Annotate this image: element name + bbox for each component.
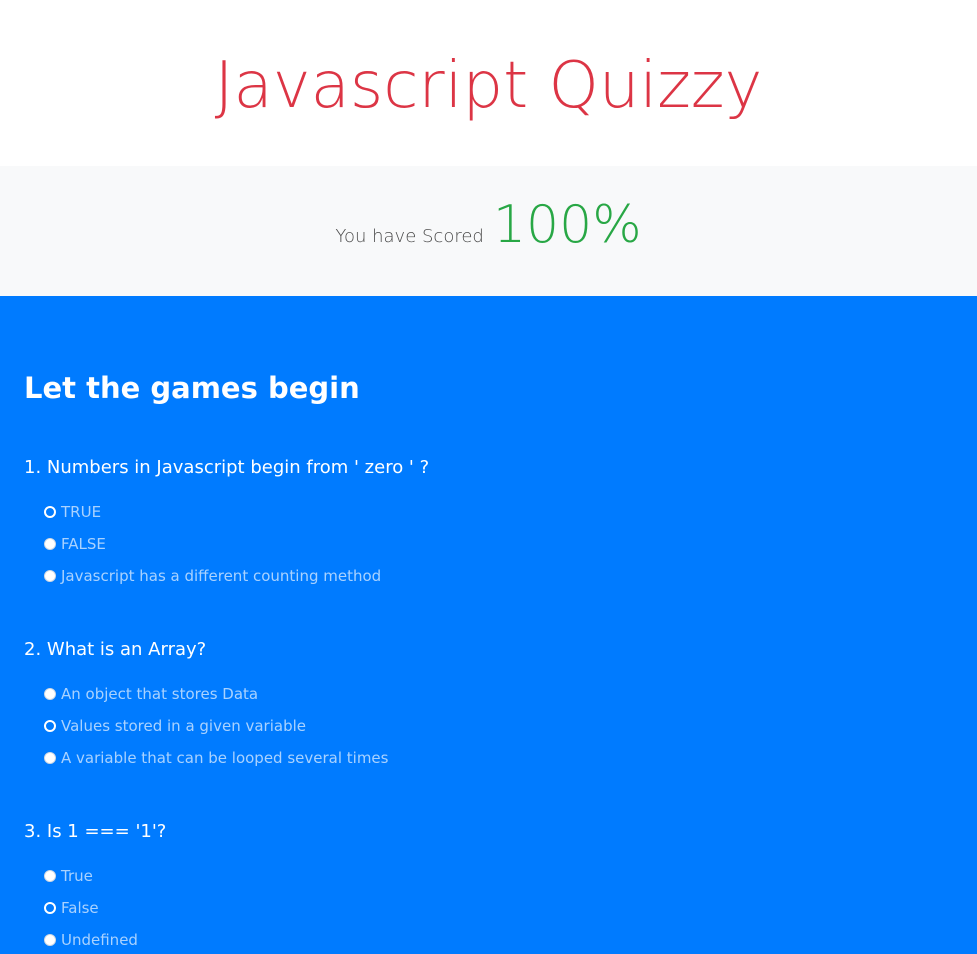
- radio-button[interactable]: [44, 752, 56, 764]
- answer-option[interactable]: FALSE: [44, 528, 924, 560]
- question-text: 1. Numbers in Javascript begin from ' ze…: [24, 457, 430, 478]
- radio-button[interactable]: [44, 506, 56, 518]
- question-3: 3. Is 1 === '1'? True False Undefined: [24, 818, 924, 954]
- answer-options: True False Undefined: [24, 860, 924, 954]
- answer-label[interactable]: Javascript has a different counting meth…: [61, 566, 381, 586]
- title-section: Javascript Quizzy: [0, 0, 977, 166]
- answer-label[interactable]: An object that stores Data: [61, 684, 258, 704]
- answer-option[interactable]: Javascript has a different counting meth…: [44, 560, 924, 592]
- answer-options: An object that stores Data Values stored…: [24, 678, 924, 774]
- score-line: You have Scored 100%: [0, 194, 977, 256]
- question-text: 3. Is 1 === '1'?: [24, 821, 167, 842]
- answer-label[interactable]: Undefined: [61, 930, 138, 950]
- answer-option[interactable]: True: [44, 860, 924, 892]
- answer-option[interactable]: Undefined: [44, 924, 924, 954]
- radio-button[interactable]: [44, 688, 56, 700]
- app-title: Javascript Quizzy: [214, 49, 763, 123]
- question-1: 1. Numbers in Javascript begin from ' ze…: [24, 454, 924, 592]
- answer-option[interactable]: Values stored in a given variable: [44, 710, 924, 742]
- answer-options: TRUE FALSE Javascript has a different co…: [24, 496, 924, 592]
- answer-option[interactable]: False: [44, 892, 924, 924]
- question-text: 2. What is an Array?: [24, 639, 207, 660]
- quiz-section: Let the games begin 1. Numbers in Javasc…: [0, 296, 977, 954]
- radio-button[interactable]: [44, 720, 56, 732]
- radio-button[interactable]: [44, 902, 56, 914]
- answer-label[interactable]: A variable that can be looped several ti…: [61, 748, 388, 768]
- answer-option[interactable]: An object that stores Data: [44, 678, 924, 710]
- answer-label[interactable]: Values stored in a given variable: [61, 716, 306, 736]
- radio-button[interactable]: [44, 934, 56, 946]
- score-section: You have Scored 100%: [0, 166, 977, 296]
- answer-label[interactable]: FALSE: [61, 534, 106, 554]
- answer-label[interactable]: TRUE: [61, 502, 101, 522]
- radio-button[interactable]: [44, 870, 56, 882]
- answer-option[interactable]: A variable that can be looped several ti…: [44, 742, 924, 774]
- answer-label[interactable]: True: [61, 866, 93, 886]
- answer-label[interactable]: False: [61, 898, 99, 918]
- score-value: 100%: [492, 195, 642, 255]
- score-label: You have Scored: [335, 226, 484, 247]
- radio-button[interactable]: [44, 570, 56, 582]
- answer-option[interactable]: TRUE: [44, 496, 924, 528]
- quiz-heading: Let the games begin: [24, 371, 360, 405]
- radio-button[interactable]: [44, 538, 56, 550]
- question-2: 2. What is an Array? An object that stor…: [24, 636, 924, 774]
